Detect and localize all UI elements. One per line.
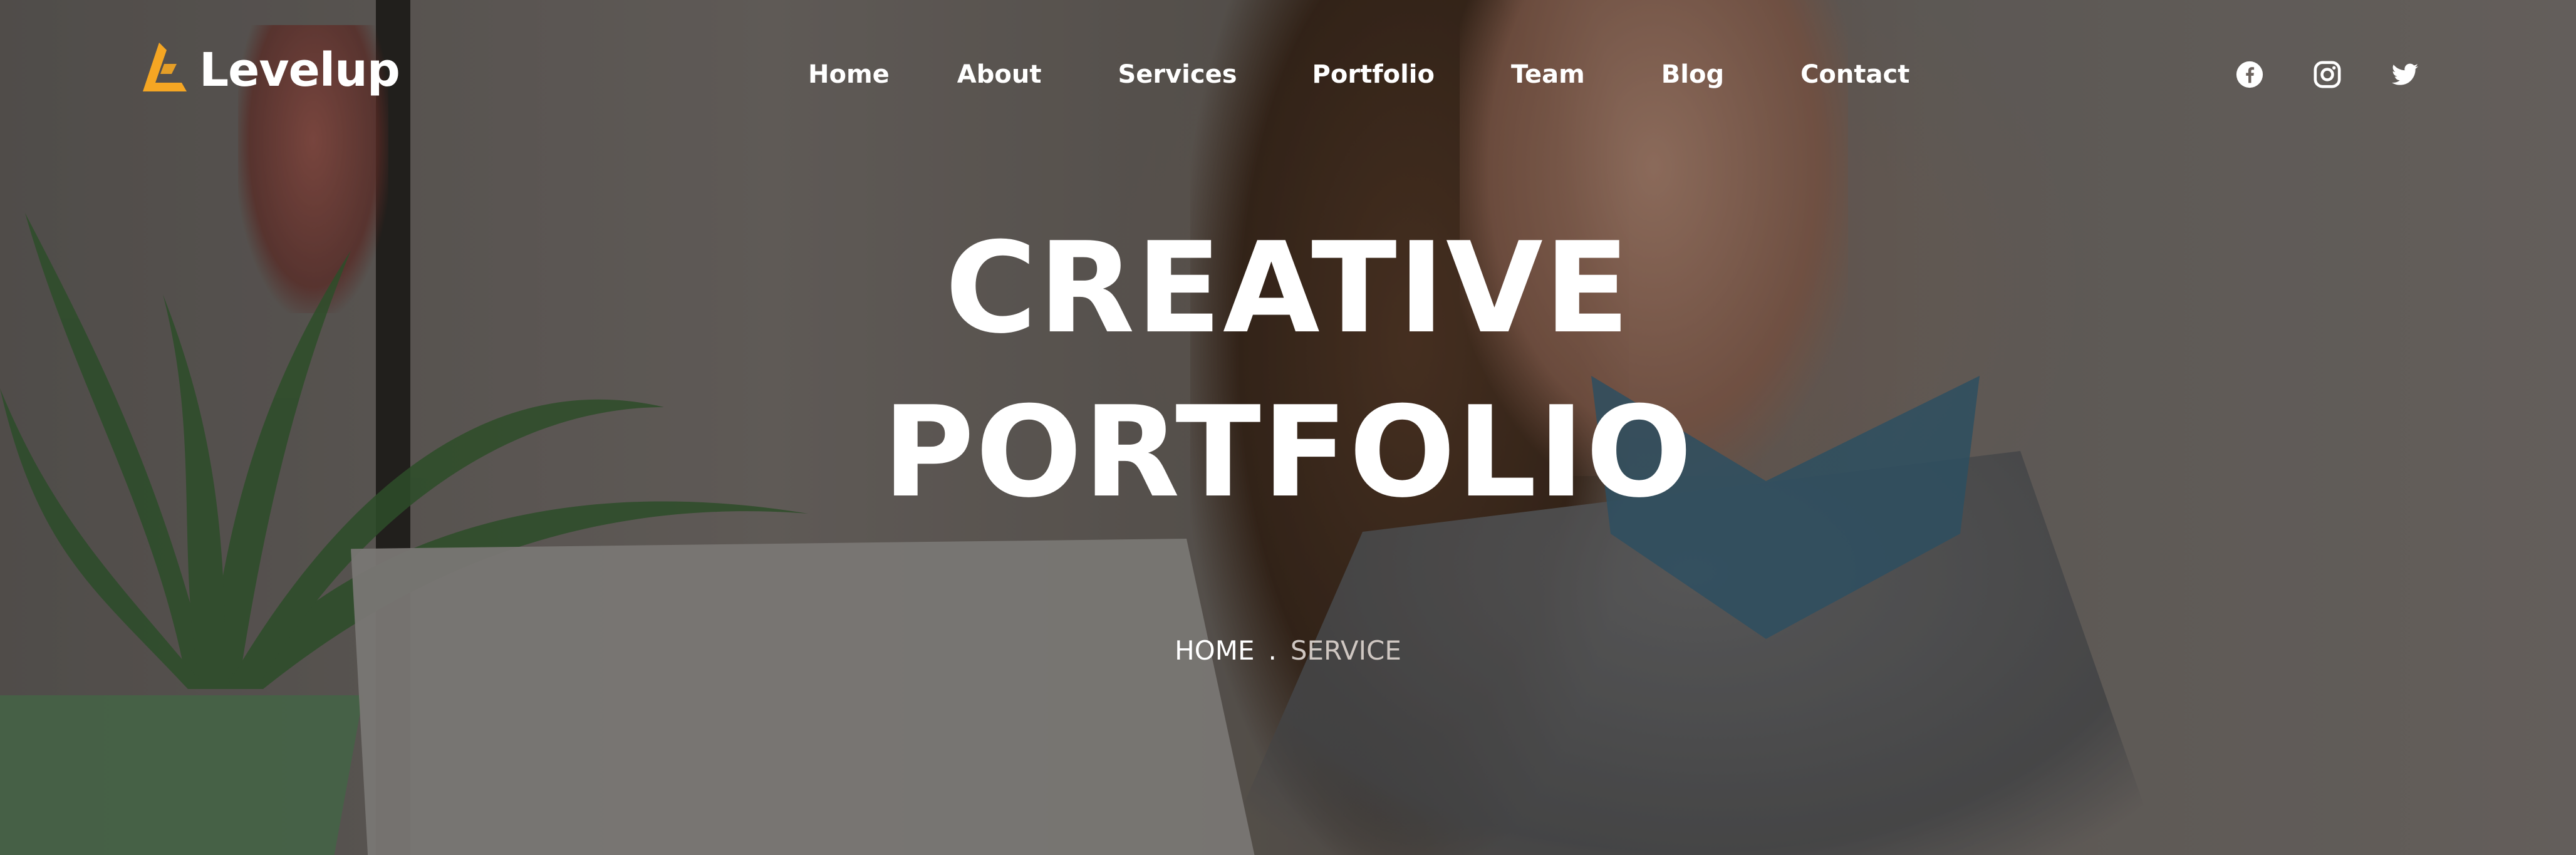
twitter-icon[interactable] bbox=[2391, 60, 2419, 89]
levelup-logo-icon bbox=[138, 39, 192, 101]
social-links bbox=[2235, 60, 2419, 89]
breadcrumb: HOME. SERVICE bbox=[0, 635, 2576, 666]
nav-item-home[interactable]: Home bbox=[808, 60, 890, 89]
breadcrumb-current: SERVICE bbox=[1290, 635, 1401, 666]
brand-logo-link[interactable]: Levelup bbox=[138, 39, 400, 101]
nav-item-about[interactable]: About bbox=[957, 60, 1042, 89]
main-nav: Home About Services Portfolio Team Blog … bbox=[808, 60, 1909, 89]
hero-title-line-1: CREATIVE bbox=[945, 215, 1631, 361]
hero-title: CREATIVE PORTFOLIO bbox=[0, 207, 2576, 535]
nav-item-contact[interactable]: Contact bbox=[1800, 60, 1909, 89]
nav-item-portfolio[interactable]: Portfolio bbox=[1312, 60, 1435, 89]
brand-name: Levelup bbox=[199, 43, 400, 97]
facebook-icon[interactable] bbox=[2235, 60, 2264, 89]
hero-section: Levelup Home About Services Portfolio Te… bbox=[0, 0, 2576, 855]
breadcrumb-separator: . bbox=[1268, 635, 1277, 666]
instagram-icon[interactable] bbox=[2313, 60, 2342, 89]
hero-title-line-2: PORTFOLIO bbox=[882, 380, 1694, 526]
nav-item-blog[interactable]: Blog bbox=[1661, 60, 1724, 89]
breadcrumb-home-link[interactable]: HOME bbox=[1175, 635, 1254, 666]
nav-item-services[interactable]: Services bbox=[1118, 60, 1237, 89]
nav-item-team[interactable]: Team bbox=[1511, 60, 1585, 89]
